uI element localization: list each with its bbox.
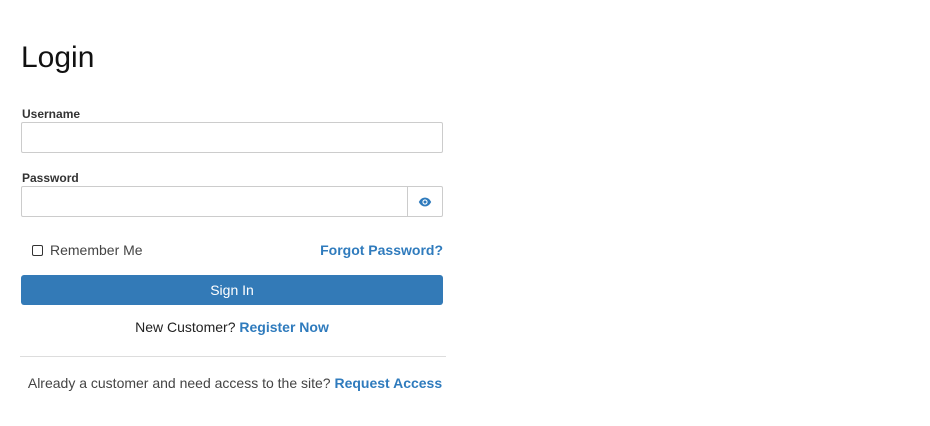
request-access-link[interactable]: Request Access — [334, 375, 442, 391]
remember-me-label[interactable]: Remember Me — [50, 241, 143, 259]
show-password-button[interactable] — [407, 186, 443, 217]
forgot-password-link[interactable]: Forgot Password? — [320, 241, 443, 259]
username-input[interactable] — [21, 122, 443, 153]
register-prompt: New Customer? — [135, 319, 236, 335]
page-title: Login — [21, 41, 95, 74]
username-label: Username — [22, 107, 81, 121]
request-access-row: Already a customer and need access to th… — [21, 374, 449, 392]
remember-row: Remember Me Forgot Password? — [21, 240, 443, 260]
divider — [20, 356, 446, 357]
register-row: New Customer? Register Now — [21, 318, 443, 336]
password-input[interactable] — [21, 186, 408, 217]
remember-me-checkbox[interactable] — [32, 245, 43, 256]
eye-icon — [418, 197, 432, 207]
request-access-prompt: Already a customer and need access to th… — [27, 375, 331, 391]
password-label: Password — [22, 171, 79, 185]
sign-in-button[interactable]: Sign In — [21, 275, 443, 305]
register-now-link[interactable]: Register Now — [239, 319, 328, 335]
